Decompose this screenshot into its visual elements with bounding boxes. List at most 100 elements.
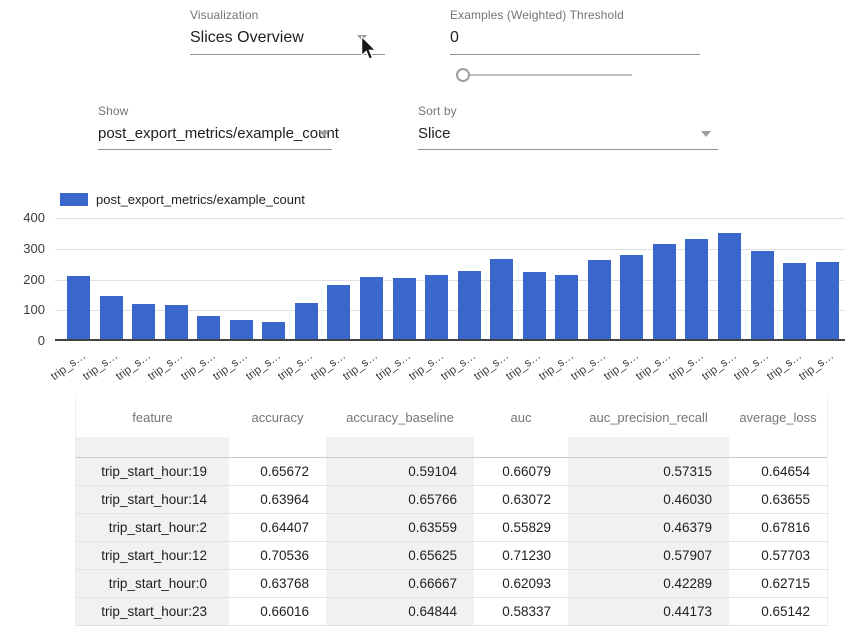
metric-cell: 0.65766 <box>326 486 474 513</box>
metric-cell: 0.64407 <box>229 514 326 541</box>
chart-bar[interactable] <box>620 255 643 339</box>
chart-bar[interactable] <box>360 277 383 339</box>
slider-track[interactable] <box>463 74 632 76</box>
feature-cell: trip_start_hour:12 <box>76 542 229 569</box>
chart-bar[interactable] <box>393 278 416 339</box>
chart-bar[interactable] <box>100 296 123 339</box>
chart-bar[interactable] <box>555 275 578 339</box>
filter-cell <box>568 437 729 457</box>
column-header-feature[interactable]: feature <box>76 398 229 437</box>
chart-bar[interactable] <box>685 239 708 339</box>
filter-cell <box>729 437 827 457</box>
show-label: Show <box>98 104 332 118</box>
threshold-input[interactable]: 0 <box>450 22 700 55</box>
metric-cell: 0.63655 <box>729 486 827 513</box>
chart-bar[interactable] <box>262 322 285 339</box>
metric-cell: 0.63072 <box>474 486 568 513</box>
column-header-accuracy[interactable]: accuracy <box>229 398 326 437</box>
chart-bar[interactable] <box>718 233 741 339</box>
chart-bar[interactable] <box>132 304 155 339</box>
column-header-auc[interactable]: auc <box>474 398 568 437</box>
table-row[interactable]: trip_start_hour:190.656720.591040.660790… <box>76 458 827 486</box>
legend-label: post_export_metrics/example_count <box>96 192 305 207</box>
feature-cell: trip_start_hour:0 <box>76 570 229 597</box>
filter-cell <box>474 437 568 457</box>
sort-by-select[interactable]: Slice <box>418 118 718 150</box>
chart-bar[interactable] <box>67 276 90 339</box>
table-row[interactable]: trip_start_hour:20.644070.635590.558290.… <box>76 514 827 542</box>
metric-cell: 0.62093 <box>474 570 568 597</box>
metric-cell: 0.63964 <box>229 486 326 513</box>
chart-bar[interactable] <box>653 244 676 339</box>
mouse-cursor-icon <box>359 36 377 60</box>
filter-cell <box>326 437 474 457</box>
metric-cell: 0.55829 <box>474 514 568 541</box>
y-axis-tick-label: 0 <box>0 333 45 348</box>
metric-cell: 0.66667 <box>326 570 474 597</box>
chart-legend: post_export_metrics/example_count <box>60 192 305 207</box>
chart-bar[interactable] <box>588 260 611 339</box>
chart-bar[interactable] <box>523 272 546 339</box>
column-header-average_loss[interactable]: average_loss <box>729 398 827 437</box>
metric-cell: 0.57907 <box>568 542 729 569</box>
metric-cell: 0.57315 <box>568 458 729 485</box>
slider-thumb[interactable] <box>456 68 470 82</box>
y-axis-tick-label: 200 <box>0 272 45 287</box>
y-axis-tick-label: 300 <box>0 241 45 256</box>
metric-cell: 0.66016 <box>229 598 326 625</box>
filter-cell <box>76 437 229 457</box>
metric-cell: 0.42289 <box>568 570 729 597</box>
feature-cell: trip_start_hour:19 <box>76 458 229 485</box>
metric-cell: 0.57703 <box>729 542 827 569</box>
metric-cell: 0.71230 <box>474 542 568 569</box>
show-control: Show post_export_metrics/example_count <box>98 104 332 150</box>
metric-cell: 0.63559 <box>326 514 474 541</box>
show-value: post_export_metrics/example_count <box>98 125 339 142</box>
chart-bar[interactable] <box>230 320 253 339</box>
chart-bar[interactable] <box>816 262 839 339</box>
metrics-table: featureaccuracyaccuracy_baselineaucauc_p… <box>75 398 828 626</box>
visualization-label: Visualization <box>190 8 385 22</box>
metric-cell: 0.65625 <box>326 542 474 569</box>
chevron-down-icon <box>319 131 329 137</box>
chart-bar[interactable] <box>295 303 318 339</box>
show-select[interactable]: post_export_metrics/example_count <box>98 118 332 150</box>
metric-cell: 0.58337 <box>474 598 568 625</box>
column-header-auc_precision_recall[interactable]: auc_precision_recall <box>568 398 729 437</box>
threshold-label: Examples (Weighted) Threshold <box>450 8 700 22</box>
metric-cell: 0.44173 <box>568 598 729 625</box>
sort-by-control: Sort by Slice <box>418 104 718 150</box>
filter-row <box>76 437 827 458</box>
metric-cell: 0.65142 <box>729 598 827 625</box>
visualization-select[interactable]: Slices Overview <box>190 22 385 55</box>
chart-bar[interactable] <box>165 305 188 339</box>
chart-bar[interactable] <box>327 285 350 339</box>
visualization-value: Slices Overview <box>190 29 304 46</box>
threshold-slider[interactable] <box>456 68 632 82</box>
y-axis-tick-label: 400 <box>0 210 45 225</box>
metric-cell: 0.66079 <box>474 458 568 485</box>
chart-bar[interactable] <box>425 275 448 339</box>
visualization-control: Visualization Slices Overview <box>190 8 385 55</box>
sort-by-value: Slice <box>418 125 451 142</box>
threshold-value: 0 <box>450 29 459 46</box>
sort-by-label: Sort by <box>418 104 718 118</box>
chart-bar[interactable] <box>458 271 481 339</box>
metric-cell: 0.64654 <box>729 458 827 485</box>
column-header-accuracy_baseline[interactable]: accuracy_baseline <box>326 398 474 437</box>
feature-cell: trip_start_hour:23 <box>76 598 229 625</box>
chart-bar[interactable] <box>783 263 806 339</box>
table-row[interactable]: trip_start_hour:120.705360.656250.712300… <box>76 542 827 570</box>
bar-chart: 0100200300400trip_s…trip_s…trip_s…trip_s… <box>55 218 845 341</box>
chart-bar[interactable] <box>197 316 220 339</box>
table-row[interactable]: trip_start_hour:00.637680.666670.620930.… <box>76 570 827 598</box>
metric-cell: 0.65672 <box>229 458 326 485</box>
table-row[interactable]: trip_start_hour:140.639640.657660.630720… <box>76 486 827 514</box>
gridline <box>55 218 845 219</box>
metric-cell: 0.67816 <box>729 514 827 541</box>
table-row[interactable]: trip_start_hour:230.660160.648440.583370… <box>76 598 827 626</box>
metric-cell: 0.46379 <box>568 514 729 541</box>
filter-cell <box>229 437 326 457</box>
chart-bar[interactable] <box>490 259 513 339</box>
chart-bar[interactable] <box>751 251 774 339</box>
